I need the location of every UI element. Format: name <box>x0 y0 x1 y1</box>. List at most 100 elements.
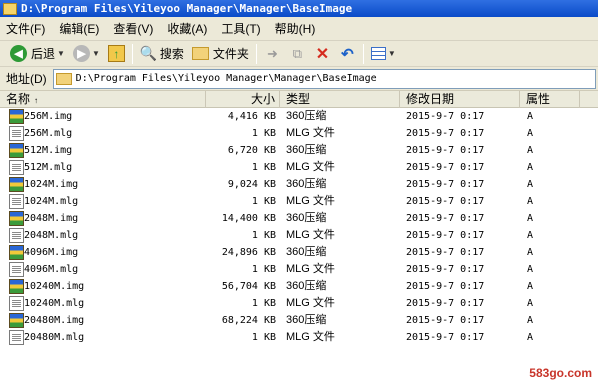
table-row[interactable]: 2048M.mlg 1 KB MLG 文件 2015-9-7 0:17 A <box>0 227 598 244</box>
file-type: MLG 文件 <box>286 297 335 309</box>
file-size: 14,400 KB <box>221 213 276 224</box>
address-input[interactable]: D:\Program Files\Yileyoo Manager\Manager… <box>52 68 596 89</box>
file-name: 1024M.img <box>24 179 79 190</box>
file-name: 20480M.mlg <box>24 332 85 343</box>
column-attributes-label: 属性 <box>526 92 551 106</box>
menu-favorites[interactable]: 收藏(A) <box>167 20 207 37</box>
archive-icon <box>9 109 24 124</box>
table-row[interactable]: 256M.mlg 1 KB MLG 文件 2015-9-7 0:17 A <box>0 125 598 142</box>
file-size: 6,720 KB <box>227 145 276 156</box>
folder-icon <box>55 72 72 85</box>
file-modified: 2015-9-7 0:17 <box>406 264 485 275</box>
table-row[interactable]: 4096M.mlg 1 KB MLG 文件 2015-9-7 0:17 A <box>0 261 598 278</box>
column-name[interactable]: 名称 ↑ <box>0 91 206 108</box>
folders-button[interactable]: 文件夹 <box>188 43 253 65</box>
file-type: 360压缩 <box>286 144 327 156</box>
table-row[interactable]: 10240M.mlg 1 KB MLG 文件 2015-9-7 0:17 A <box>0 295 598 312</box>
toolbar-separator <box>362 43 364 64</box>
sort-arrow-icon: ↑ <box>34 96 39 105</box>
copy-to-button[interactable]: ⧉ <box>285 43 310 65</box>
back-button[interactable]: ◀ 后退 ▼ <box>6 43 69 65</box>
file-name: 20480M.img <box>24 315 85 326</box>
table-row[interactable]: 20480M.mlg 1 KB MLG 文件 2015-9-7 0:17 A <box>0 329 598 346</box>
file-modified: 2015-9-7 0:17 <box>406 111 485 122</box>
file-modified: 2015-9-7 0:17 <box>406 230 485 241</box>
file-name: 2048M.img <box>24 213 79 224</box>
window-title: D:\Program Files\Yileyoo Manager\Manager… <box>21 2 353 15</box>
menu-help[interactable]: 帮助(H) <box>275 20 316 37</box>
column-modified[interactable]: 修改日期 <box>400 91 520 108</box>
move-to-icon: ➜ <box>266 45 278 61</box>
file-type: 360压缩 <box>286 314 327 326</box>
delete-button[interactable]: ✕ <box>310 43 335 65</box>
back-dropdown-icon[interactable]: ▼ <box>57 49 65 58</box>
file-name: 256M.img <box>24 111 73 122</box>
file-modified: 2015-9-7 0:17 <box>406 196 485 207</box>
file-type: MLG 文件 <box>286 195 335 207</box>
column-modified-label: 修改日期 <box>406 92 455 106</box>
column-size-label: 大小 <box>250 92 275 106</box>
file-size: 9,024 KB <box>227 179 276 190</box>
forward-dropdown-icon[interactable]: ▼ <box>92 49 100 58</box>
file-modified: 2015-9-7 0:17 <box>406 332 485 343</box>
menu-file[interactable]: 文件(F) <box>6 20 45 37</box>
search-button[interactable]: 🔍 搜索 <box>136 43 188 65</box>
file-modified: 2015-9-7 0:17 <box>406 162 485 173</box>
file-type: 360压缩 <box>286 246 327 258</box>
table-row[interactable]: 1024M.img 9,024 KB 360压缩 2015-9-7 0:17 A <box>0 176 598 193</box>
forward-button[interactable]: ▶ ▼ <box>69 43 104 65</box>
file-size: 1 KB <box>251 264 276 275</box>
file-type: MLG 文件 <box>286 263 335 275</box>
file-name: 512M.img <box>24 145 73 156</box>
table-row[interactable]: 512M.img 6,720 KB 360压缩 2015-9-7 0:17 A <box>0 142 598 159</box>
file-modified: 2015-9-7 0:17 <box>406 298 485 309</box>
menu-view[interactable]: 查看(V) <box>113 20 153 37</box>
file-attributes: A <box>527 128 534 139</box>
document-icon <box>9 160 24 175</box>
menu-edit[interactable]: 编辑(E) <box>59 20 99 37</box>
file-modified: 2015-9-7 0:17 <box>406 179 485 190</box>
file-modified: 2015-9-7 0:17 <box>406 213 485 224</box>
file-size: 68,224 KB <box>221 315 276 326</box>
table-row[interactable]: 4096M.img 24,896 KB 360压缩 2015-9-7 0:17 A <box>0 244 598 261</box>
file-type: MLG 文件 <box>286 331 335 343</box>
table-row[interactable]: 10240M.img 56,704 KB 360压缩 2015-9-7 0:17 A <box>0 278 598 295</box>
file-type: 360压缩 <box>286 110 327 122</box>
folder-icon <box>3 2 17 15</box>
file-modified: 2015-9-7 0:17 <box>406 128 485 139</box>
column-type-label: 类型 <box>286 92 311 106</box>
undo-button[interactable]: ↶ <box>335 43 360 65</box>
file-attributes: A <box>527 247 534 258</box>
views-dropdown-icon[interactable]: ▼ <box>388 49 396 58</box>
file-attributes: A <box>527 145 534 156</box>
back-label: 后退 <box>31 47 56 61</box>
table-row[interactable]: 20480M.img 68,224 KB 360压缩 2015-9-7 0:17 A <box>0 312 598 329</box>
file-type: 360压缩 <box>286 178 327 190</box>
menu-tools[interactable]: 工具(T) <box>221 20 260 37</box>
column-size[interactable]: 大小 <box>206 91 280 108</box>
table-row[interactable]: 1024M.mlg 1 KB MLG 文件 2015-9-7 0:17 A <box>0 193 598 210</box>
document-icon <box>9 330 24 345</box>
archive-icon <box>9 245 24 260</box>
up-folder-icon: ↑ <box>107 45 125 62</box>
file-list: 名称 ↑ 大小 类型 修改日期 属性 256M.img 4,416 KB 360压缩 2… <box>0 91 598 384</box>
table-row[interactable]: 2048M.img 14,400 KB 360压缩 2015-9-7 0:17 A <box>0 210 598 227</box>
search-label: 搜索 <box>159 47 184 61</box>
views-button[interactable]: ▼ <box>367 43 400 65</box>
column-attributes[interactable]: 属性 <box>520 91 580 108</box>
file-attributes: A <box>527 332 534 343</box>
file-attributes: A <box>527 230 534 241</box>
column-type[interactable]: 类型 <box>280 91 400 108</box>
file-attributes: A <box>527 196 534 207</box>
forward-arrow-icon: ▶ <box>72 45 90 62</box>
title-bar: D:\Program Files\Yileyoo Manager\Manager… <box>0 0 598 17</box>
file-name: 1024M.mlg <box>24 196 79 207</box>
file-size: 1 KB <box>251 128 276 139</box>
move-to-button[interactable]: ➜ <box>260 43 285 65</box>
file-name: 4096M.mlg <box>24 264 79 275</box>
table-row[interactable]: 512M.mlg 1 KB MLG 文件 2015-9-7 0:17 A <box>0 159 598 176</box>
up-folder-button[interactable]: ↑ <box>104 43 129 65</box>
archive-icon <box>9 143 24 158</box>
table-row[interactable]: 256M.img 4,416 KB 360压缩 2015-9-7 0:17 A <box>0 108 598 125</box>
toolbar-separator <box>255 43 257 64</box>
